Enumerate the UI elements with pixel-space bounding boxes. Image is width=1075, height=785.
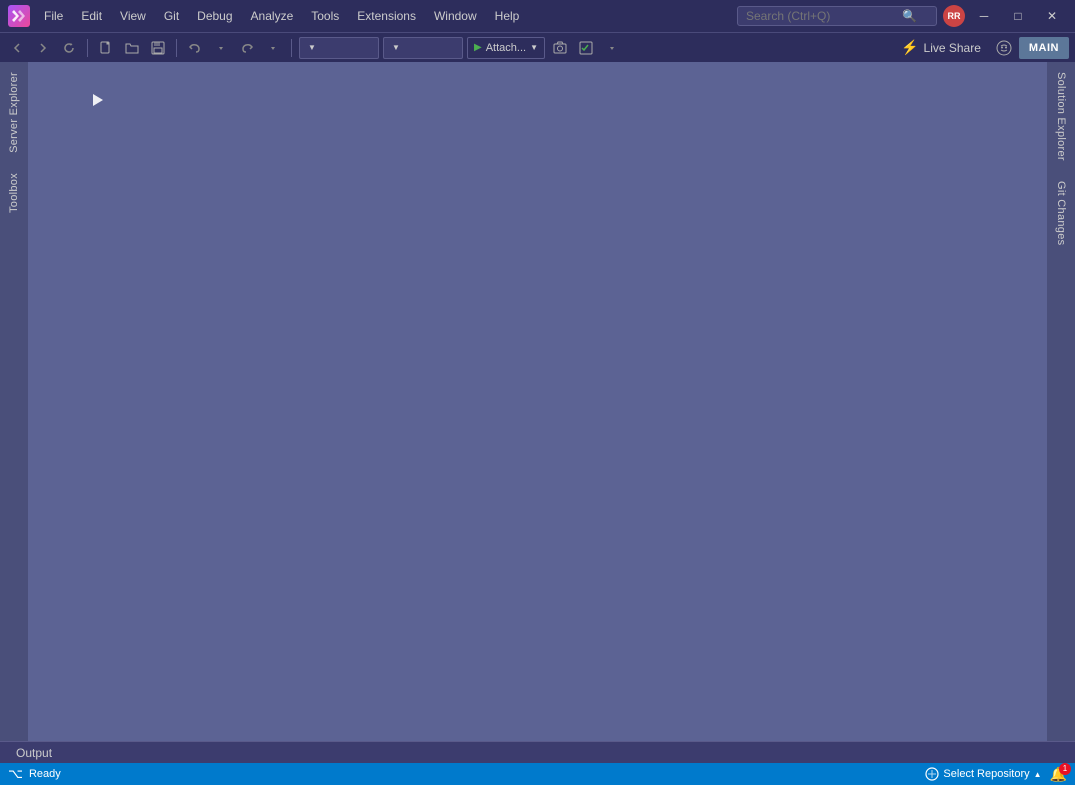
- main-button[interactable]: MAIN: [1019, 37, 1069, 59]
- menu-analyze[interactable]: Analyze: [243, 5, 302, 27]
- search-icon: 🔍: [902, 9, 917, 23]
- left-sidebar: Server Explorer Toolbox: [0, 62, 28, 741]
- menu-window[interactable]: Window: [426, 5, 485, 27]
- menu-tools[interactable]: Tools: [303, 5, 347, 27]
- editor-area[interactable]: [28, 62, 1047, 741]
- menu-extensions[interactable]: Extensions: [349, 5, 424, 27]
- config-dropdown-arrow: ▼: [308, 43, 316, 52]
- save-button[interactable]: [147, 37, 169, 59]
- config-dropdown[interactable]: ▼: [299, 37, 379, 59]
- toolbar: ▼ ▼ ▶ Attach... ▼ ⚡ Live Share MAIN: [0, 32, 1075, 62]
- sidebar-item-solution-explorer[interactable]: Solution Explorer: [1049, 62, 1073, 171]
- status-branch-icon: ⌥: [8, 766, 23, 782]
- forward-button[interactable]: [32, 37, 54, 59]
- app-logo: [8, 5, 30, 27]
- menu-debug[interactable]: Debug: [189, 5, 240, 27]
- separator-3: [291, 39, 292, 57]
- select-repository-button[interactable]: Select Repository ▲: [925, 767, 1041, 781]
- menu-bar: File Edit View Git Debug Analyze Tools E…: [36, 5, 731, 27]
- platform-dropdown-arrow: ▼: [392, 43, 400, 52]
- separator-1: [87, 39, 88, 57]
- attach-dropdown-arrow: ▼: [530, 43, 538, 52]
- platform-dropdown[interactable]: ▼: [383, 37, 463, 59]
- separator-2: [176, 39, 177, 57]
- repo-label: Select Repository: [943, 768, 1029, 780]
- new-file-button[interactable]: [95, 37, 117, 59]
- live-share-button[interactable]: ⚡ Live Share: [893, 37, 989, 58]
- redo-arrow[interactable]: [262, 37, 284, 59]
- status-right: Select Repository ▲ 🔔 1: [925, 766, 1067, 783]
- redo-button[interactable]: [236, 37, 258, 59]
- play-icon: ▶: [474, 42, 482, 53]
- menu-git[interactable]: Git: [156, 5, 187, 27]
- menu-edit[interactable]: Edit: [73, 5, 110, 27]
- refresh-button[interactable]: [58, 37, 80, 59]
- sidebar-item-git-changes[interactable]: Git Changes: [1049, 171, 1073, 255]
- repo-arrow: ▲: [1034, 770, 1042, 779]
- right-sidebar: Solution Explorer Git Changes: [1047, 62, 1075, 741]
- minimize-button[interactable]: ─: [969, 5, 999, 27]
- feedback-button[interactable]: [993, 37, 1015, 59]
- title-search-box[interactable]: 🔍: [737, 6, 937, 26]
- output-bar: Output: [0, 741, 1075, 763]
- undo-arrow[interactable]: [210, 37, 232, 59]
- notification-badge: 1: [1059, 763, 1071, 775]
- open-folder-button[interactable]: [121, 37, 143, 59]
- title-controls: RR ─ □ ✕: [943, 5, 1067, 27]
- sidebar-item-toolbox[interactable]: Toolbox: [2, 163, 26, 223]
- status-ready: Ready: [29, 768, 61, 780]
- title-bar: File Edit View Git Debug Analyze Tools E…: [0, 0, 1075, 32]
- back-button[interactable]: [6, 37, 28, 59]
- avatar[interactable]: RR: [943, 5, 965, 27]
- menu-view[interactable]: View: [112, 5, 154, 27]
- search-input[interactable]: [746, 9, 896, 23]
- live-share-label: Live Share: [924, 41, 981, 55]
- live-share-icon: ⚡: [901, 39, 918, 56]
- menu-help[interactable]: Help: [487, 5, 528, 27]
- diagnostics-button[interactable]: [575, 37, 597, 59]
- sidebar-item-server-explorer[interactable]: Server Explorer: [2, 62, 26, 163]
- status-bar: ⌥ Ready Select Repository ▲ 🔔 1: [0, 763, 1075, 785]
- menu-file[interactable]: File: [36, 5, 71, 27]
- output-tab[interactable]: Output: [10, 744, 58, 762]
- close-button[interactable]: ✕: [1037, 5, 1067, 27]
- attach-button[interactable]: ▶ Attach... ▼: [467, 37, 545, 59]
- toolbar-extra: [601, 37, 623, 59]
- undo-button[interactable]: [184, 37, 206, 59]
- attach-label: Attach...: [486, 42, 526, 54]
- restore-button[interactable]: □: [1003, 5, 1033, 27]
- main-area: Server Explorer Toolbox Solution Explore…: [0, 62, 1075, 741]
- notifications-button[interactable]: 🔔 1: [1050, 766, 1067, 783]
- screenshot-button[interactable]: [549, 37, 571, 59]
- status-left: ⌥ Ready: [8, 766, 61, 782]
